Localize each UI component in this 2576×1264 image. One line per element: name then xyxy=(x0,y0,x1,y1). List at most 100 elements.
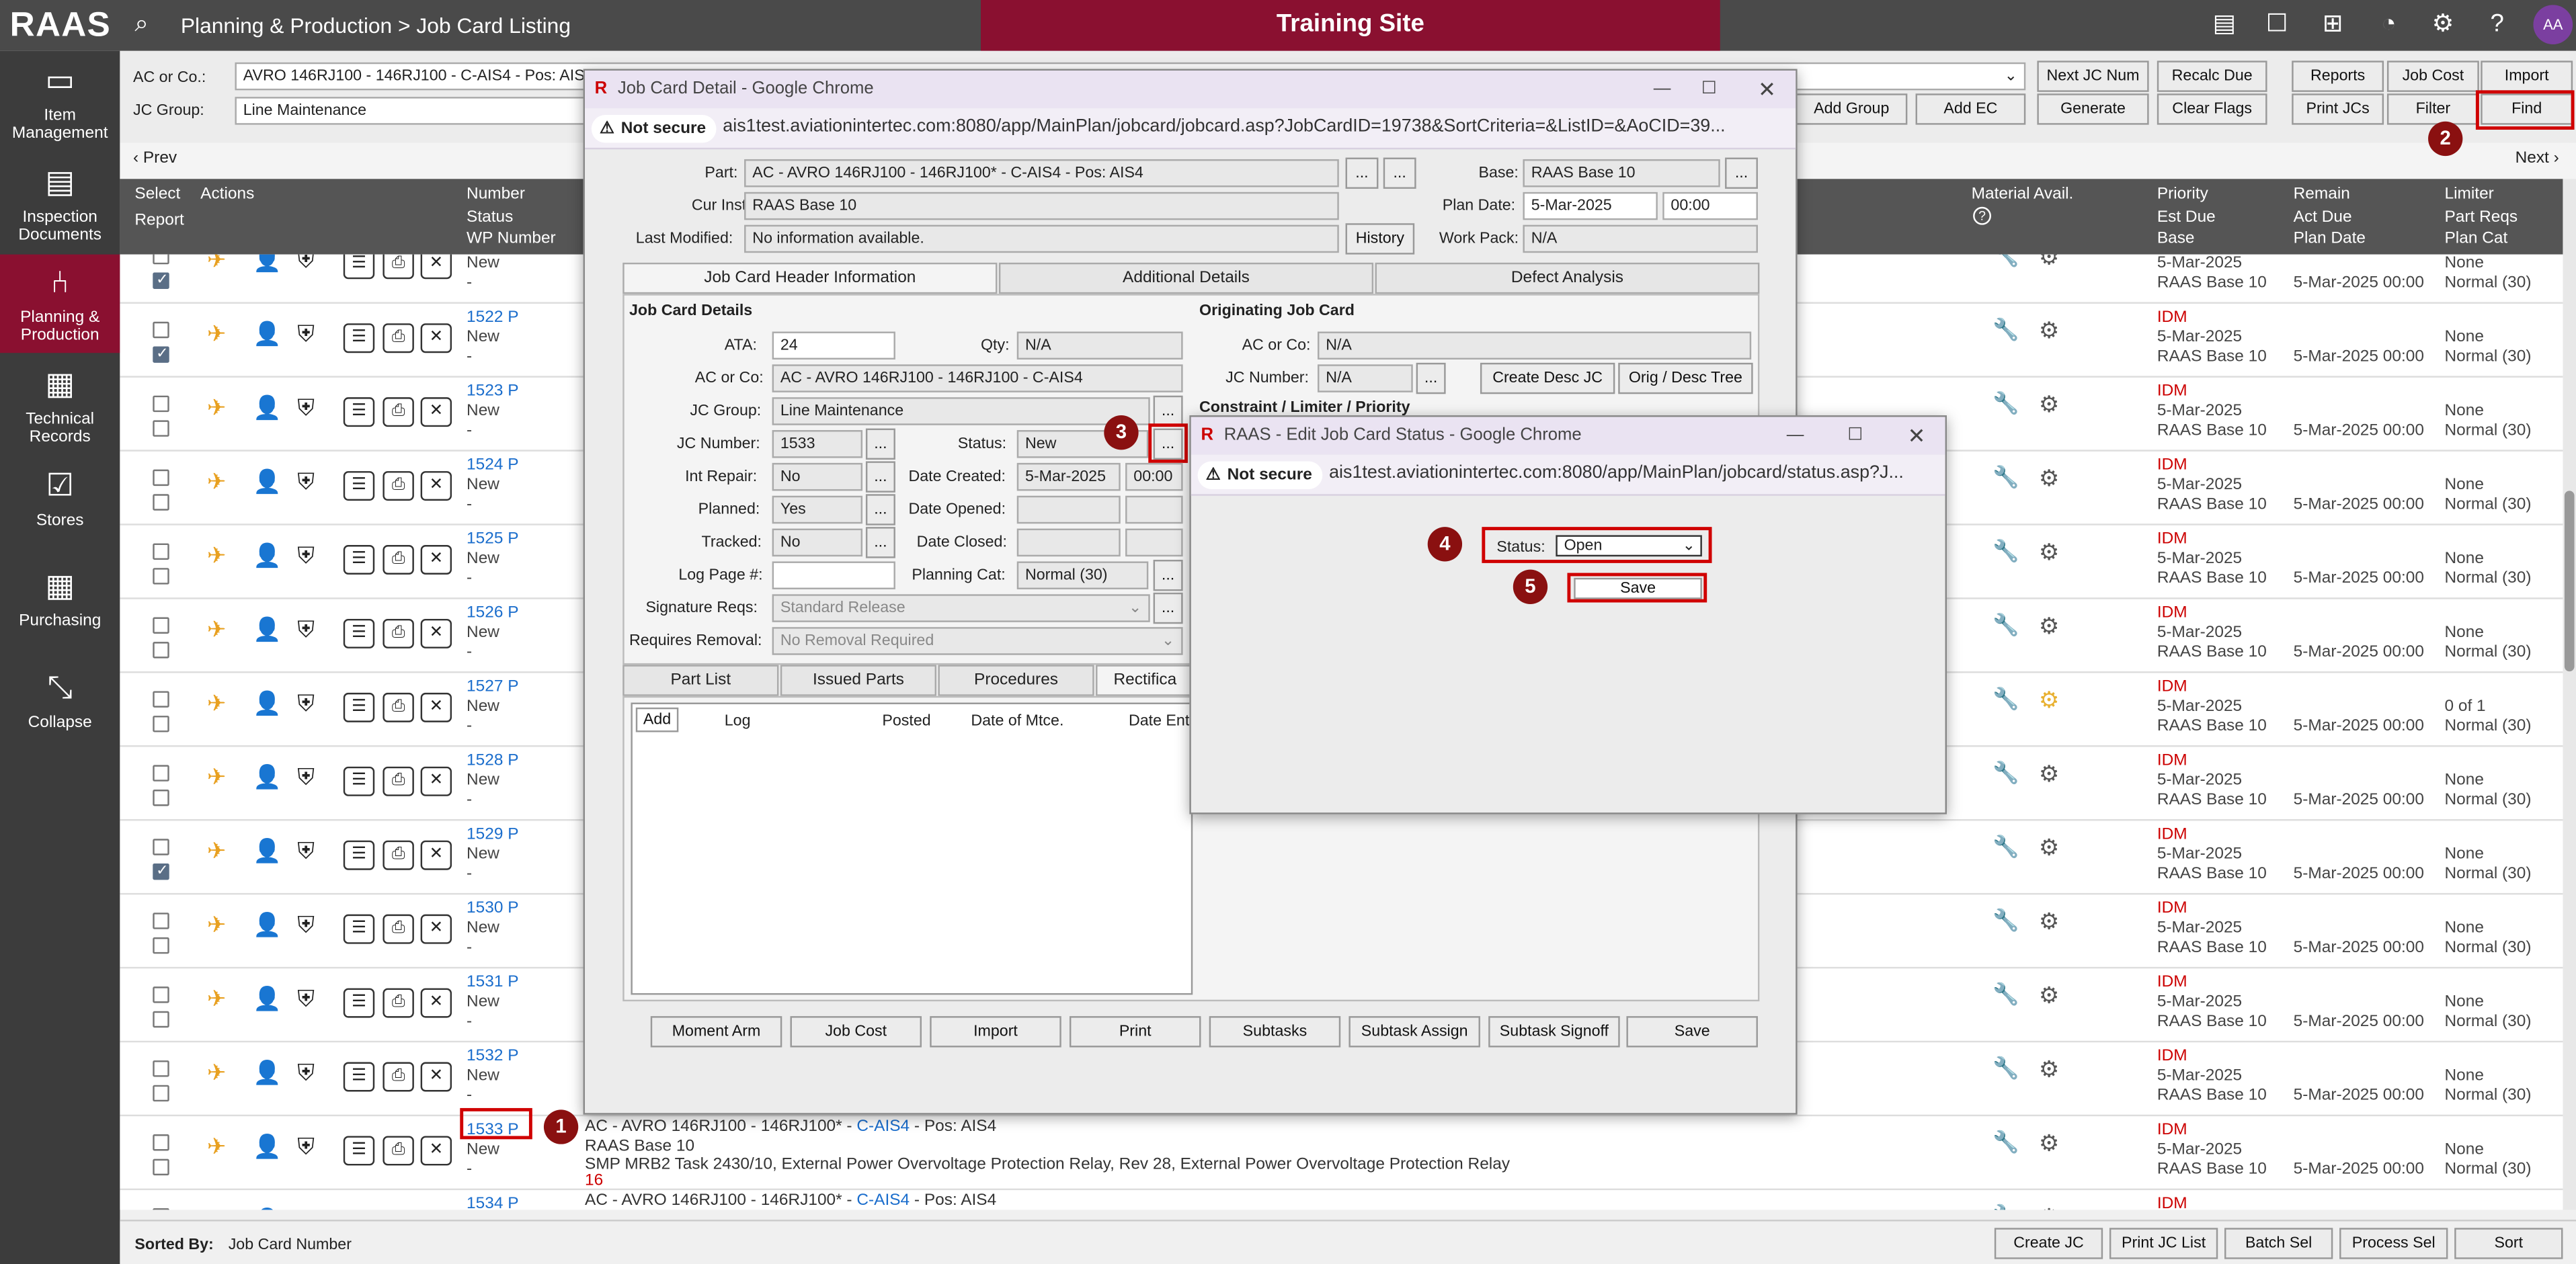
add-group-button[interactable]: Add Group xyxy=(1796,93,1908,125)
col-remain[interactable]: Remain xyxy=(2294,185,2350,204)
print-jcs-button[interactable]: Print JCs xyxy=(2292,93,2384,125)
list-icon[interactable]: ☰ xyxy=(343,914,375,944)
list-icon[interactable]: ☰ xyxy=(343,397,375,427)
print-icon[interactable]: ⎙ xyxy=(383,1136,414,1166)
col-base[interactable]: Base xyxy=(2157,230,2195,248)
print-icon[interactable]: ⎙ xyxy=(383,988,414,1018)
shield-icon[interactable]: ⛨ xyxy=(297,468,315,496)
chat-icon[interactable]: ☐ xyxy=(2261,8,2294,41)
delete-icon[interactable]: ✕ xyxy=(420,988,452,1018)
shield-icon[interactable]: ⛨ xyxy=(297,911,315,939)
job-card-number-link[interactable]: 1525 P xyxy=(467,530,518,548)
gear-icon[interactable]: ⚙ xyxy=(2039,612,2060,640)
assign-user-icon[interactable]: 👤 xyxy=(253,468,282,496)
list-icon[interactable]: ☰ xyxy=(343,1062,375,1092)
delete-icon[interactable]: ✕ xyxy=(420,471,452,501)
list-icon[interactable]: ☰ xyxy=(343,840,375,870)
wrench-icon[interactable]: 🔧 xyxy=(1993,464,2019,491)
col-wp-number[interactable]: WP Number xyxy=(467,230,556,248)
select-checkbox[interactable] xyxy=(153,839,169,855)
minimize-icon[interactable]: — xyxy=(1787,417,1804,454)
gear-icon[interactable]: ⚙ xyxy=(2039,255,2060,271)
base-lookup-button[interactable]: ... xyxy=(1725,157,1758,189)
scroll-thumb[interactable] xyxy=(2564,491,2575,672)
add-ec-button[interactable]: Add EC xyxy=(1915,93,2026,125)
plane-icon[interactable]: ✈ xyxy=(207,1059,227,1087)
col-select[interactable]: Select xyxy=(134,185,180,204)
job-card-number-link[interactable]: 1526 P xyxy=(467,604,518,622)
job-cost-button[interactable]: Job Cost xyxy=(790,1016,922,1048)
table-row[interactable]: ✈👤⛨☰⎙✕1534 P🔧⚙IDM xyxy=(120,1190,2563,1210)
add-icon[interactable]: ⊞ xyxy=(2317,8,2349,41)
close-icon[interactable]: ✕ xyxy=(1758,71,1776,108)
select-checkbox[interactable] xyxy=(153,469,169,487)
shield-icon[interactable]: ⛨ xyxy=(297,985,315,1013)
assign-user-icon[interactable]: 👤 xyxy=(253,255,282,274)
row-ac-link[interactable]: C-AIS4 xyxy=(856,1192,910,1210)
wrench-icon[interactable]: 🔧 xyxy=(1993,1056,2019,1082)
delete-icon[interactable]: ✕ xyxy=(420,618,452,648)
plane-icon[interactable]: ✈ xyxy=(207,542,227,570)
wrench-icon[interactable]: 🔧 xyxy=(1993,390,2019,417)
settings-icon[interactable]: ⚙ xyxy=(2427,8,2460,41)
not-secure-chip[interactable]: ⚠ Not secure xyxy=(1197,461,1322,489)
delete-icon[interactable]: ✕ xyxy=(420,1062,452,1092)
print-icon[interactable]: ⎙ xyxy=(383,692,414,722)
job-cost-button[interactable]: Job Cost xyxy=(2386,60,2479,92)
print-icon[interactable]: ⎙ xyxy=(383,471,414,501)
select-checkbox[interactable] xyxy=(153,1134,169,1151)
wrench-icon[interactable]: 🔧 xyxy=(1993,834,2019,860)
jc-group-lookup-button[interactable]: ... xyxy=(1153,395,1183,427)
sidebar-item-stores[interactable]: ☑ Stores xyxy=(0,470,120,544)
job-card-number-link[interactable]: 1523 P xyxy=(467,382,518,401)
sidebar-item-planning-production[interactable]: ⑃ Planning & Production xyxy=(0,254,120,353)
job-card-number-link[interactable]: 1530 P xyxy=(467,900,518,918)
report-checkbox[interactable] xyxy=(153,642,169,659)
next-link[interactable]: Next › xyxy=(2515,149,2559,167)
select-checkbox[interactable] xyxy=(153,1060,169,1077)
assign-user-icon[interactable]: 👤 xyxy=(253,837,282,866)
report-checkbox[interactable] xyxy=(153,862,169,880)
select-checkbox[interactable] xyxy=(153,395,169,413)
gear-icon[interactable]: ⚙ xyxy=(2039,538,2060,566)
minimize-icon[interactable]: — xyxy=(1654,71,1671,108)
job-card-number-link[interactable]: 1529 P xyxy=(467,826,518,844)
orig-jc-lookup-button[interactable]: ... xyxy=(1416,362,1446,394)
maximize-icon[interactable]: ☐ xyxy=(1701,71,1717,108)
history-button[interactable]: History xyxy=(1345,223,1415,255)
help-icon[interactable]: ? xyxy=(2481,8,2513,41)
shield-icon[interactable]: ⛨ xyxy=(297,255,315,274)
sort-button[interactable]: Sort xyxy=(2454,1228,2563,1259)
plan-time-field[interactable]: 00:00 xyxy=(1662,192,1758,220)
list-icon[interactable]: ☰ xyxy=(343,618,375,648)
report-checkbox[interactable] xyxy=(153,716,169,732)
plane-icon[interactable]: ✈ xyxy=(207,616,227,644)
reports-button[interactable]: Reports xyxy=(2292,60,2384,92)
report-checkbox[interactable] xyxy=(153,1158,169,1176)
tab-procedures[interactable]: Procedures xyxy=(938,665,1094,696)
sidebar-item-technical-records[interactable]: ▦ Technical Records xyxy=(0,368,120,458)
delete-icon[interactable]: ✕ xyxy=(420,692,452,722)
binoculars-icon[interactable]: ⌕ xyxy=(134,10,149,38)
prev-link[interactable]: ‹ Prev xyxy=(133,149,177,167)
next-jc-num-button[interactable]: Next JC Num xyxy=(2037,60,2149,92)
col-report[interactable]: Report xyxy=(134,212,184,230)
plane-icon[interactable]: ✈ xyxy=(207,1207,227,1210)
report-checkbox[interactable] xyxy=(153,568,169,585)
wrench-icon[interactable]: 🔧 xyxy=(1993,686,2019,712)
jc-number-lookup-button[interactable]: ... xyxy=(865,428,895,460)
plane-icon[interactable]: ✈ xyxy=(207,468,227,496)
not-secure-chip[interactable]: ⚠ Not secure xyxy=(591,115,716,143)
print-icon[interactable]: ⎙ xyxy=(383,254,414,280)
gear-icon[interactable]: ⚙ xyxy=(2039,686,2060,714)
gear-icon[interactable]: ⚙ xyxy=(2039,908,2060,936)
plane-icon[interactable]: ✈ xyxy=(207,394,227,422)
create-desc-jc-button[interactable]: Create Desc JC xyxy=(1480,362,1615,394)
assign-user-icon[interactable]: 👤 xyxy=(253,542,282,570)
shield-icon[interactable]: ⛨ xyxy=(297,1059,315,1087)
shield-icon[interactable]: ⛨ xyxy=(297,837,315,866)
delete-icon[interactable]: ✕ xyxy=(420,840,452,870)
tab-issued-parts[interactable]: Issued Parts xyxy=(780,665,937,696)
assign-user-icon[interactable]: 👤 xyxy=(253,911,282,939)
wrench-icon[interactable]: 🔧 xyxy=(1993,982,2019,1008)
